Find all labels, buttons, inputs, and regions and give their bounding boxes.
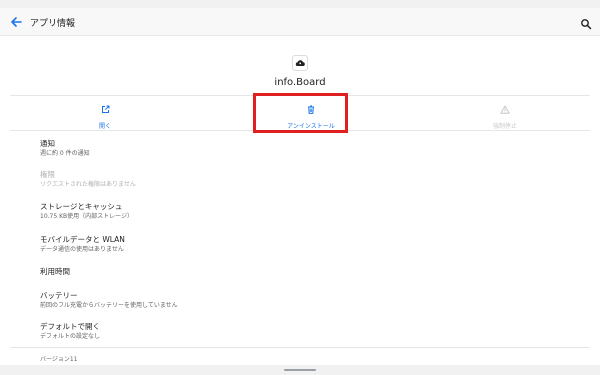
warning-icon [500, 99, 510, 118]
settings-item-battery[interactable]: バッテリー 前回のフル充電からバッテリーを使用していません [40, 291, 178, 310]
item-title: 通知 [40, 139, 55, 148]
settings-item-notifications[interactable]: 通知 週に約 0 件の通知 [40, 139, 90, 158]
item-subtitle: 10.75 KB使用（内部ストレージ） [40, 213, 134, 220]
item-title: 利用時間 [40, 267, 70, 276]
item-title: バッテリー [40, 291, 78, 300]
settings-item-open-by-default[interactable]: デフォルトで開く デフォルトの設定なし [40, 322, 100, 341]
item-subtitle: 前回のフル充電からバッテリーを使用していません [40, 302, 178, 309]
back-arrow-icon[interactable] [8, 14, 24, 30]
app-bar: アプリ情報 [0, 8, 600, 36]
home-handle[interactable] [284, 369, 316, 371]
page-title: アプリ情報 [30, 19, 76, 29]
settings-item-permissions[interactable]: 権限 リクエストされた権限はありません [40, 170, 136, 189]
item-title: ストレージとキャッシュ [40, 202, 123, 211]
status-bar [0, 0, 600, 8]
open-button[interactable]: 開く [70, 96, 140, 132]
open-label: 開く [98, 122, 111, 130]
item-title: モバイルデータと WLAN [40, 235, 125, 244]
item-title: 権限 [40, 170, 55, 179]
force-stop-label: 強制停止 [492, 122, 517, 130]
settings-item-mobile-data[interactable]: モバイルデータと WLAN データ通信の使用はありません [40, 235, 125, 254]
item-subtitle: デフォルトの設定なし [40, 333, 101, 340]
item-subtitle: 週に約 0 件の通知 [40, 150, 90, 157]
settings-item-storage[interactable]: ストレージとキャッシュ 10.75 KB使用（内部ストレージ） [40, 202, 133, 221]
cloud-icon [292, 55, 308, 71]
item-subtitle: リクエストされた権限はありません [40, 181, 136, 188]
divider [10, 347, 590, 348]
uninstall-highlight-box [253, 93, 348, 133]
app-name: info.Board [274, 77, 326, 88]
item-title: デフォルトで開く [40, 322, 100, 331]
open-external-icon [101, 99, 110, 118]
settings-item-screen-time[interactable]: 利用時間 [40, 267, 70, 277]
version-text: バージョン11 [40, 356, 78, 363]
app-header: info.Board [0, 37, 600, 95]
item-subtitle: データ通信の使用はありません [40, 246, 124, 253]
force-stop-button[interactable]: 強制停止 [470, 96, 540, 132]
search-icon[interactable] [580, 15, 592, 30]
